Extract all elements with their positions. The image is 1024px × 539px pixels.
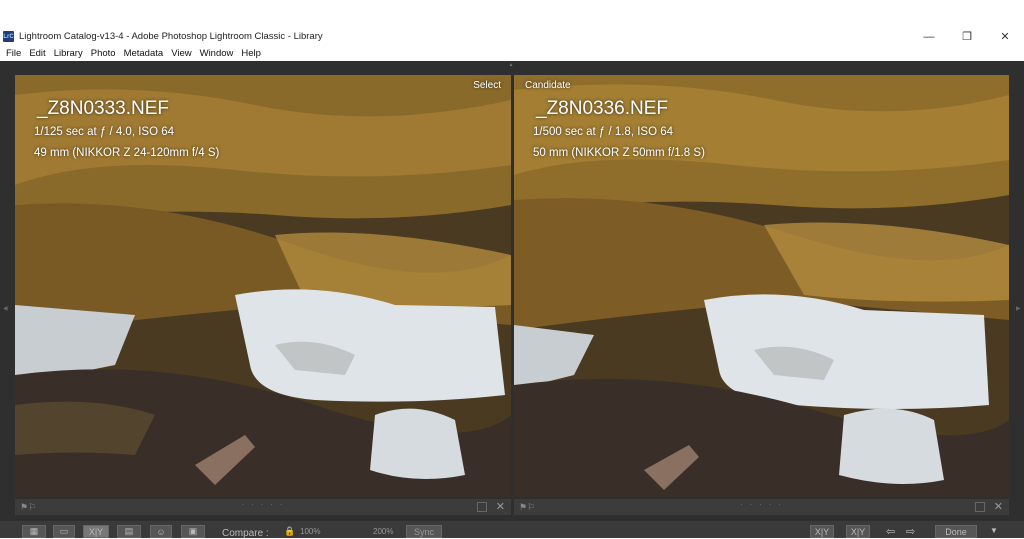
compare-view-button[interactable]: X|Y xyxy=(83,525,109,538)
compare-label: Compare : xyxy=(222,528,269,539)
close-window-button[interactable]: ✕ xyxy=(986,28,1024,45)
rating-stars[interactable]: · · · · · xyxy=(740,499,783,509)
window-title: Lightroom Catalog-v13-4 - Adobe Photosho… xyxy=(19,31,323,42)
color-label-icon[interactable] xyxy=(477,502,487,512)
right-panel-toggle-icon[interactable]: ▶ xyxy=(1016,305,1021,313)
menu-help[interactable]: Help xyxy=(241,48,261,59)
survey-view-icon[interactable]: ▤ xyxy=(117,525,141,538)
select-exposure-info: 1/125 sec at ƒ / 4.0, ISO 64 xyxy=(34,126,175,138)
left-panel-toggle-icon[interactable]: ◀ xyxy=(3,305,8,313)
menu-metadata[interactable]: Metadata xyxy=(124,48,164,59)
color-label-icon[interactable] xyxy=(975,502,985,512)
select-photo-pane[interactable]: _Z8N0333.NEF 1/125 sec at ƒ / 4.0, ISO 6… xyxy=(15,75,511,497)
select-lens-info: 49 mm (NIKKOR Z 24-120mm f/4 S) xyxy=(34,147,220,159)
menu-bar: File Edit Library Photo Metadata View Wi… xyxy=(0,45,1024,61)
previous-arrow-icon[interactable]: ⇦ xyxy=(886,525,895,538)
next-arrow-icon[interactable]: ⇨ xyxy=(906,525,915,538)
candidate-photo-pane[interactable]: _Z8N0336.NEF 1/500 sec at ƒ / 1.8, ISO 6… xyxy=(514,75,1009,497)
select-pane-footer: ⚑⚐ · · · · · ✕ xyxy=(15,499,511,515)
people-view-icon[interactable]: ☺ xyxy=(150,525,172,538)
lock-icon[interactable]: 🔒 xyxy=(284,526,295,537)
close-icon[interactable]: ✕ xyxy=(496,500,505,513)
sync-button[interactable]: Sync xyxy=(406,525,442,538)
menu-file[interactable]: File xyxy=(6,48,21,59)
menu-photo[interactable]: Photo xyxy=(91,48,116,59)
menu-edit[interactable]: Edit xyxy=(29,48,45,59)
restore-button[interactable]: ❐ xyxy=(948,28,986,45)
zoom-max-label: 200% xyxy=(373,527,394,536)
select-filename: _Z8N0333.NEF xyxy=(37,98,170,119)
minimize-button[interactable]: — xyxy=(910,28,948,45)
lightroom-logo-icon: LrC xyxy=(3,31,14,42)
make-select-icon[interactable]: X|Y xyxy=(846,525,870,538)
zoom-min-label: 100% xyxy=(300,527,321,536)
top-whitespace xyxy=(0,0,1024,28)
rating-stars[interactable]: · · · · · xyxy=(242,499,285,509)
candidate-filename: _Z8N0336.NEF xyxy=(536,98,669,119)
title-bar: LrC Lightroom Catalog-v13-4 - Adobe Phot… xyxy=(0,28,1024,45)
flag-icon[interactable]: ⚑⚐ xyxy=(519,502,535,513)
menu-view[interactable]: View xyxy=(171,48,191,59)
flag-icon[interactable]: ⚑⚐ xyxy=(20,502,36,513)
candidate-pane-footer: ⚑⚐ · · · · · ✕ xyxy=(514,499,1009,515)
top-panel-toggle-icon[interactable]: ▲ xyxy=(508,63,514,68)
candidate-lens-info: 50 mm (NIKKOR Z 50mm f/1.8 S) xyxy=(533,147,705,159)
select-photo xyxy=(15,75,511,497)
swap-icon[interactable]: X|Y xyxy=(810,525,834,538)
chevron-down-icon[interactable]: ▼ xyxy=(990,526,998,535)
loupe-view-icon[interactable]: ▭ xyxy=(53,525,75,538)
close-icon[interactable]: ✕ xyxy=(994,500,1003,513)
menu-window[interactable]: Window xyxy=(200,48,234,59)
slideshow-icon[interactable]: ▣ xyxy=(181,525,205,538)
candidate-photo xyxy=(514,75,1009,497)
done-button[interactable]: Done xyxy=(935,525,977,538)
select-label: Select xyxy=(473,80,501,91)
candidate-exposure-info: 1/500 sec at ƒ / 1.8, ISO 64 xyxy=(533,126,674,138)
bottom-toolbar: ▦ ▭ X|Y ▤ ☺ ▣ Compare : 🔒 100% 200% Sync… xyxy=(0,521,1024,539)
menu-library[interactable]: Library xyxy=(54,48,83,59)
window-controls: — ❐ ✕ xyxy=(910,28,1024,45)
candidate-label: Candidate xyxy=(525,80,571,91)
grid-view-icon[interactable]: ▦ xyxy=(22,525,46,538)
